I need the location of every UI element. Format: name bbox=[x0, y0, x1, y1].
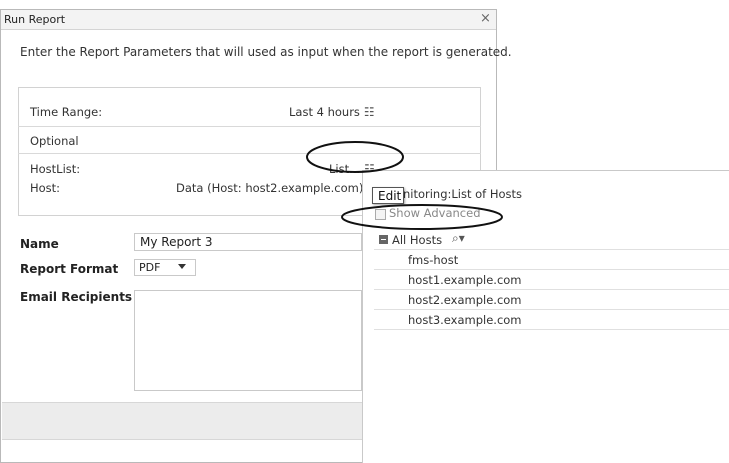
list-item[interactable]: fms-host bbox=[374, 250, 729, 270]
list-select-icon[interactable]: ☷ bbox=[364, 105, 375, 119]
list-item[interactable]: host2.example.com bbox=[374, 290, 729, 310]
dialog-titlebar[interactable]: Run Report × bbox=[1, 10, 496, 30]
host-name: host3.example.com bbox=[408, 313, 522, 327]
email-recipients-input[interactable] bbox=[134, 290, 362, 391]
list-item[interactable]: host1.example.com bbox=[374, 270, 729, 290]
close-icon[interactable]: × bbox=[480, 11, 491, 26]
popup-title: Monitoring:List of Hosts bbox=[386, 187, 523, 201]
tree-root-label: All Hosts bbox=[392, 233, 443, 247]
divider bbox=[18, 153, 481, 154]
report-name-input[interactable]: My Report 3 bbox=[134, 233, 362, 251]
report-format-label: Report Format bbox=[20, 262, 119, 276]
list-item[interactable]: host3.example.com bbox=[374, 310, 729, 330]
tree-root[interactable]: All Hosts ⌕▾ bbox=[374, 231, 729, 250]
optional-label: Optional bbox=[30, 134, 79, 148]
search-filter-icon[interactable]: ⌕▾ bbox=[452, 231, 465, 246]
report-format-value: PDF bbox=[139, 261, 161, 274]
report-format-select[interactable]: PDF bbox=[134, 259, 196, 276]
host-list-popup: Monitoring:List of Hosts Show Advanced A… bbox=[362, 170, 729, 463]
email-recipients-label: Email Recipients bbox=[20, 290, 133, 304]
hostlist-label: HostList: bbox=[30, 162, 81, 176]
name-label: Name bbox=[20, 237, 59, 251]
host-name: host1.example.com bbox=[408, 273, 522, 287]
time-range-select[interactable]: Last 4 hours ☷ bbox=[289, 105, 375, 119]
time-range-label: Time Range: bbox=[30, 105, 103, 119]
show-advanced-checkbox[interactable] bbox=[375, 209, 386, 220]
show-advanced-label[interactable]: Show Advanced bbox=[389, 206, 481, 220]
host-name: host2.example.com bbox=[408, 293, 522, 307]
edit-tooltip: Edit bbox=[372, 187, 404, 204]
host-value: Data (Host: host2.example.com) bbox=[176, 181, 364, 195]
chevron-down-icon bbox=[178, 264, 186, 269]
hostlist-value: List... bbox=[329, 162, 361, 176]
collapse-icon[interactable] bbox=[379, 235, 388, 244]
intro-text: Enter the Report Parameters that will us… bbox=[20, 45, 512, 59]
dialog-title: Run Report bbox=[4, 13, 66, 26]
time-range-value: Last 4 hours bbox=[289, 105, 360, 119]
host-label: Host: bbox=[30, 181, 61, 195]
divider bbox=[18, 126, 481, 127]
host-name: fms-host bbox=[408, 253, 459, 267]
host-tree: All Hosts ⌕▾ fms-host host1.example.com … bbox=[374, 231, 729, 330]
